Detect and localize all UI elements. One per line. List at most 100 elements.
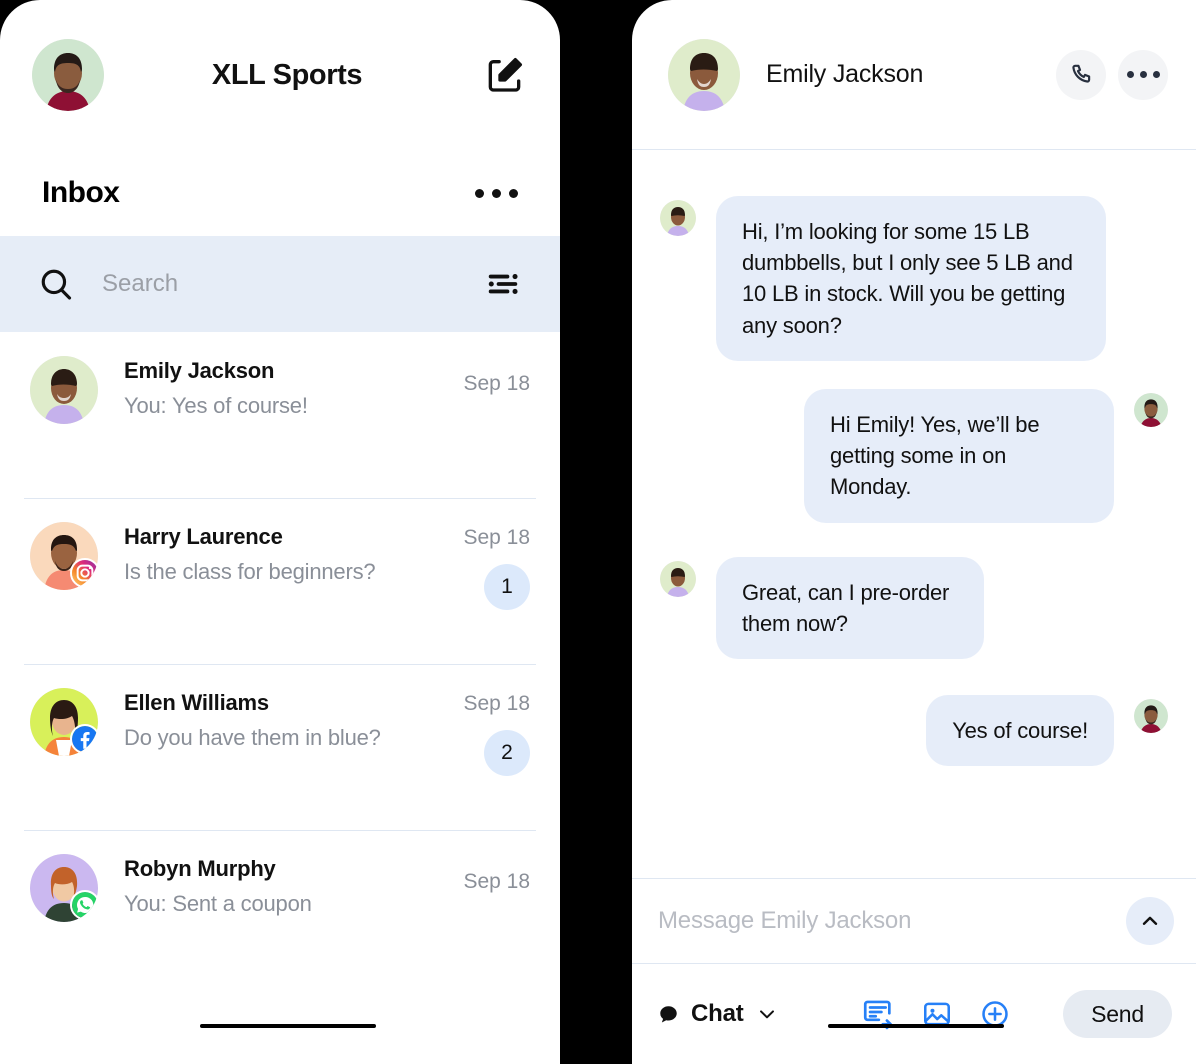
conversation-text: Ellen Williams Do you have them in blue? [124,688,438,776]
send-button[interactable]: Send [1063,990,1172,1038]
conversation-meta: Sep 18 [438,854,530,922]
message-row: Hi, I’m looking for some 15 LB dumbbells… [660,196,1168,361]
message-preview: Is the class for beginners? [124,559,376,584]
conversation-row-harry-laurence[interactable]: Harry Laurence Is the class for beginner… [0,498,560,664]
avatar [30,356,98,424]
message-bubble: Yes of course! [926,695,1114,767]
conversation-text: Robyn Murphy You: Sent a coupon [124,854,438,922]
dot [1126,71,1134,78]
unread-badge: 1 [484,564,530,610]
message-row: Hi Emily! Yes, we’ll be getting some in … [660,388,1168,523]
message-avatar [660,200,696,236]
whatsapp-icon-glyph [72,892,98,918]
inbox-header: Inbox [0,150,560,236]
composer-tool-icons: Send [861,990,1172,1038]
timestamp: Sep 18 [463,870,530,893]
conversation-header: Emily Jackson [632,0,1196,150]
unread-badge: 2 [484,730,530,776]
message-composer: Chat [632,878,1196,1064]
screenshot-stage: XLL Sports Inbox Search Emily Jackson Yo… [0,0,1196,1064]
channel-selector[interactable]: Chat [658,1000,778,1028]
inbox-panel: XLL Sports Inbox Search Emily Jackson Yo… [0,0,560,1064]
phone-icon[interactable] [1056,49,1106,100]
compose-icon-glyph [488,58,522,92]
timestamp: Sep 18 [463,692,530,715]
contact-name: Ellen Williams [124,690,269,715]
chevron-up-icon-glyph [1142,916,1158,925]
chevron-down-icon-glyph [759,1010,774,1019]
contact-avatar[interactable] [668,38,740,111]
brand-title: XLL Sports [211,58,363,91]
contact-name: Robyn Murphy [124,856,276,881]
message-bubble: Great, can I pre-order them now? [716,556,984,660]
message-bubble: Hi Emily! Yes, we’ll be getting some in … [804,388,1114,523]
conversation-row-emily-jackson[interactable]: Emily Jackson You: Yes of course! Sep 18 [0,332,560,498]
message-preview: You: Sent a coupon [124,891,312,916]
facebook-icon-glyph [72,726,98,752]
avatar-image [30,356,98,424]
dot [492,188,501,198]
message-avatar-image [1134,392,1168,427]
message-avatar-image [660,200,696,236]
message-input[interactable] [658,907,1126,935]
search-bar[interactable] [0,236,560,332]
chevron-down-icon [756,1003,778,1025]
chevron-up-icon[interactable] [1126,897,1174,945]
conversation-row-robyn-murphy[interactable]: Robyn Murphy You: Sent a coupon Sep 18 [0,830,560,996]
composer-toolbar: Chat Send [632,964,1196,1064]
timestamp: Sep 18 [463,372,530,395]
message-avatar [1134,699,1168,734]
conversation-text: Emily Jackson You: Yes of course! [124,356,438,424]
message-avatar-image [660,560,696,597]
avatar [30,688,98,756]
conversation-list: Emily Jackson You: Yes of course! Sep 18 [0,332,560,996]
message-avatar [660,560,696,597]
message-thread: Hi, I’m looking for some 15 LB dumbbells… [632,150,1196,828]
home-indicator [200,1024,376,1028]
compose-icon[interactable] [482,52,528,98]
inbox-more-options-icon[interactable] [475,188,518,198]
conversation-text: Harry Laurence Is the class for beginner… [124,522,438,610]
dot [1139,71,1147,78]
contact-name: Emily Jackson [766,60,924,88]
message-preview: Do you have them in blue? [124,725,381,750]
contact-avatar-image [668,38,740,111]
conversation-meta: Sep 18 [438,356,530,424]
contact-name: Emily Jackson [124,358,275,383]
avatar [30,522,98,590]
conversation-panel: Emily Jackson Hi, I’m looking for some 1… [632,0,1196,1064]
dot [1152,71,1160,78]
conversation-row-ellen-williams[interactable]: Ellen Williams Do you have them in blue?… [0,664,560,830]
chat-bubble-icon-glyph [660,1005,677,1022]
composer-input-row [632,878,1196,964]
message-avatar [1134,392,1168,427]
home-indicator [828,1024,1004,1028]
conversation-more-options-icon[interactable] [1118,49,1168,100]
conversation-meta: Sep 18 1 [438,522,530,610]
contact-name: Harry Laurence [124,524,283,549]
page-title: Inbox [42,176,120,209]
filter-sort-icon[interactable] [482,263,524,305]
phone-icon-glyph [1072,64,1091,83]
message-bubble: Hi, I’m looking for some 15 LB dumbbells… [716,196,1106,361]
timestamp: Sep 18 [463,526,530,549]
account-avatar-image [32,39,104,111]
instagram-badge-icon [70,558,98,588]
facebook-badge-icon [70,724,98,754]
message-avatar-image [1134,699,1168,734]
whatsapp-badge-icon [70,890,98,920]
inbox-top-bar: XLL Sports [0,0,560,150]
avatar [30,854,98,922]
account-avatar[interactable] [32,39,104,111]
message-preview: You: Yes of course! [124,393,308,418]
dot [509,188,518,198]
conversation-meta: Sep 18 2 [438,688,530,776]
search-icon [38,266,74,302]
search-input[interactable] [102,270,482,298]
chat-bubble-icon [658,1004,679,1025]
instagram-icon-glyph [72,560,98,586]
message-row: Great, can I pre-order them now? [660,556,1168,660]
dot [475,188,484,198]
dots-group [1126,71,1160,78]
filter-sort-icon-glyph [488,274,518,294]
